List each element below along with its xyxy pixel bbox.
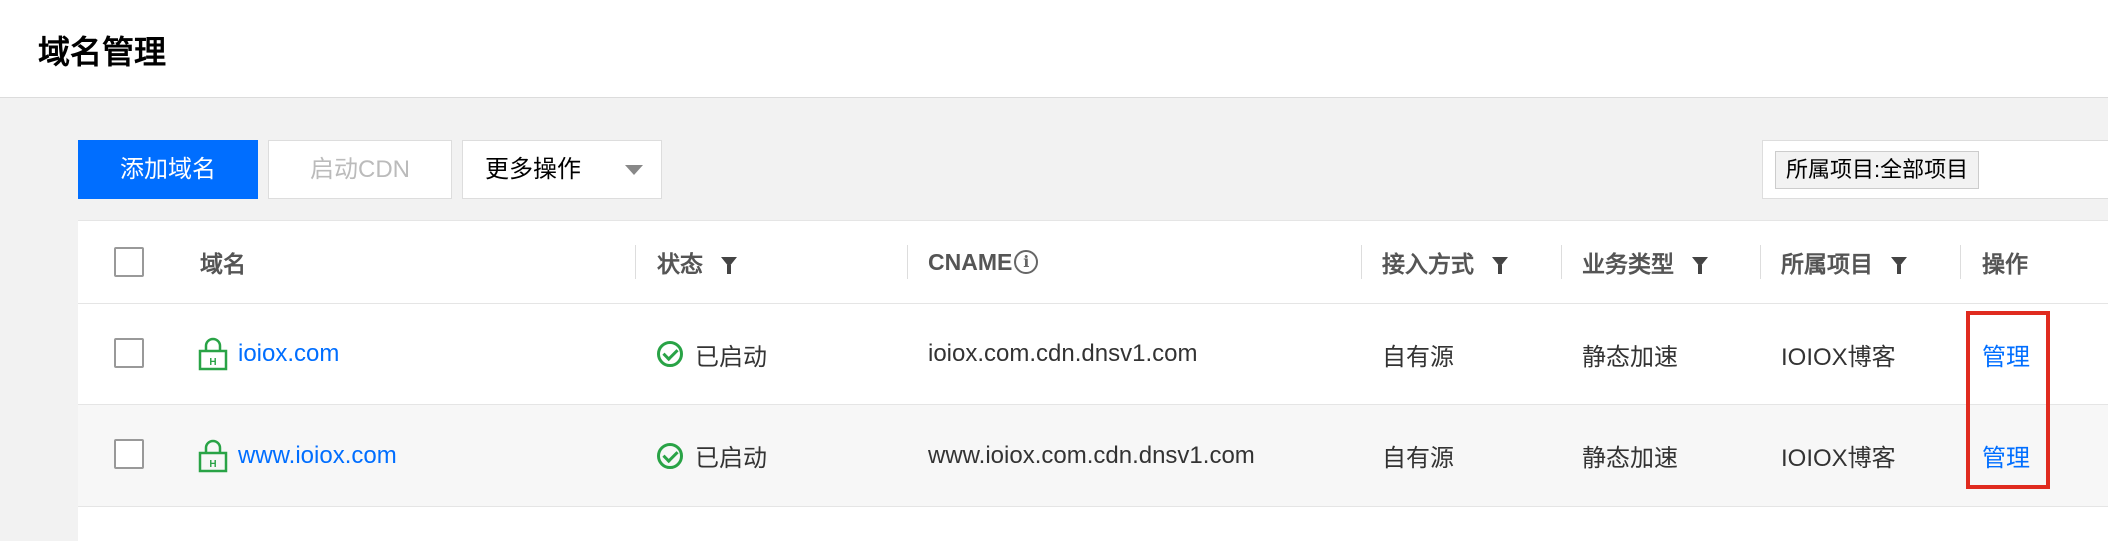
add-domain-button[interactable]: 添加域名	[78, 140, 258, 199]
column-domain: 域名	[200, 251, 246, 277]
column-divider	[635, 245, 636, 279]
manage-highlight-box	[1966, 311, 2050, 489]
lock-icon: H	[198, 337, 228, 371]
info-icon[interactable]: i	[1014, 250, 1039, 274]
top-bar: 域名管理	[0, 0, 2108, 98]
project-cell: IOIOX博客	[1781, 343, 1896, 371]
select-all-checkbox[interactable]	[114, 247, 144, 277]
enable-cdn-button[interactable]: 启动CDN	[268, 140, 452, 199]
column-access[interactable]: 接入方式	[1382, 221, 1508, 303]
row-checkbox[interactable]	[114, 338, 144, 368]
check-circle-icon	[657, 442, 683, 469]
table-row: H www.ioiox.com 已启动 www.ioiox.com.cdn.dn…	[78, 405, 2108, 507]
column-divider	[1561, 245, 1562, 279]
caret-down-icon	[625, 165, 643, 175]
column-project-label: 所属项目	[1781, 251, 1873, 277]
more-actions-dropdown[interactable]: 更多操作	[462, 140, 662, 199]
cname-cell: www.ioiox.com.cdn.dnsv1.com	[928, 441, 1255, 469]
column-divider	[1361, 245, 1362, 279]
column-status[interactable]: 状态	[657, 221, 737, 303]
business-cell: 静态加速	[1582, 445, 1678, 472]
column-divider	[907, 245, 908, 279]
filter-icon[interactable]	[1692, 257, 1708, 274]
row-checkbox[interactable]	[114, 439, 144, 469]
domain-cell: H ioiox.com	[198, 304, 339, 404]
column-cname: CNAME i	[928, 221, 1039, 303]
status-text: 已启动	[695, 343, 767, 371]
access-cell: 自有源	[1382, 445, 1454, 472]
page-title: 域名管理	[38, 34, 167, 70]
status-text: 已启动	[695, 445, 767, 472]
column-project[interactable]: 所属项目	[1781, 221, 1907, 303]
more-actions-label: 更多操作	[485, 156, 581, 183]
lock-icon: H	[198, 439, 228, 472]
project-filter-tag[interactable]: 所属项目:全部项目	[1775, 151, 1980, 189]
column-status-label: 状态	[657, 251, 703, 277]
domain-link[interactable]: ioiox.com	[238, 340, 339, 368]
column-divider	[1960, 245, 1961, 279]
column-cname-label: CNAME	[928, 248, 1013, 275]
column-business[interactable]: 业务类型	[1582, 221, 1708, 303]
column-access-label: 接入方式	[1382, 251, 1474, 277]
column-action: 操作	[1982, 251, 2028, 277]
status-cell: 已启动	[657, 304, 767, 404]
project-filter[interactable]: 所属项目:全部项目	[1762, 140, 2108, 199]
business-cell: 静态加速	[1582, 343, 1678, 371]
table-row: H ioiox.com 已启动 ioiox.com.cdn.dnsv1.com …	[78, 304, 2108, 405]
filter-icon[interactable]	[1492, 257, 1508, 274]
cname-cell: ioiox.com.cdn.dnsv1.com	[928, 340, 1198, 367]
filter-icon[interactable]	[1891, 257, 1907, 274]
filter-icon[interactable]	[721, 257, 737, 274]
column-business-label: 业务类型	[1582, 251, 1674, 277]
status-cell: 已启动	[657, 405, 767, 506]
domain-cell: H www.ioiox.com	[198, 405, 397, 506]
svg-text:H: H	[209, 357, 216, 368]
domain-link[interactable]: www.ioiox.com	[238, 442, 397, 470]
check-circle-icon	[657, 341, 683, 367]
domain-table: 域名 状态 CNAME i 接入方式 业务类型 所属项目 操作 H ioiox.…	[78, 220, 2108, 541]
table-header: 域名 状态 CNAME i 接入方式 业务类型 所属项目 操作	[78, 221, 2108, 304]
svg-text:H: H	[209, 459, 216, 470]
project-cell: IOIOX博客	[1781, 445, 1896, 472]
column-divider	[1760, 245, 1761, 279]
access-cell: 自有源	[1382, 343, 1454, 371]
